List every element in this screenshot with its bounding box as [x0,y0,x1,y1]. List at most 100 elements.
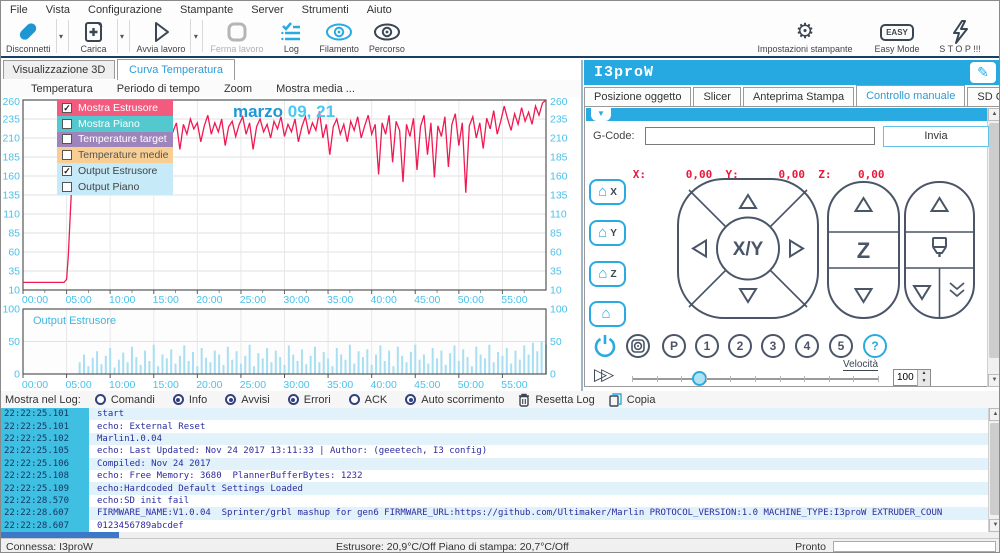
home-all-button[interactable]: ⌂ [589,301,626,327]
scrollbar-thumb[interactable] [990,423,1000,515]
disconnect-button[interactable]: Disconnetti [1,19,56,54]
z-down-button[interactable] [856,289,872,302]
scrollbar-thumb[interactable] [989,123,1000,358]
tab-sd-card[interactable]: SD Card [967,87,1000,106]
start-job-dropdown[interactable]: ▾ [190,19,200,53]
xy-left-button[interactable] [693,241,706,257]
log-toggle-button[interactable]: Log [268,19,314,54]
start-job-button[interactable]: Avvia lavoro [132,19,191,54]
preset-2-button[interactable]: 2 [728,334,752,358]
gcode-input[interactable] [645,127,875,145]
log-toggle-comandi[interactable]: Comandi [95,394,155,406]
log-toggle-avvisi[interactable]: Avvisi [225,394,270,406]
xy-down-button[interactable] [740,289,756,302]
scroll-down-button[interactable]: ▼ [988,374,1000,387]
unchecked-checkbox[interactable] [62,182,72,192]
menu-item-server[interactable]: Server [242,2,292,18]
legend-row[interactable]: ✓Mostra Estrusore [57,100,173,116]
log-toggle-ack[interactable]: ACK [349,394,388,406]
chart-menu-item[interactable]: Temperatura [31,83,93,95]
load-dropdown[interactable]: ▾ [117,19,127,53]
checked-checkbox[interactable]: ✓ [62,166,72,176]
toggle-on-icon[interactable] [225,394,236,405]
log-scrollbar[interactable]: ▲ ▼ [988,408,1000,532]
tab-controllo-manuale[interactable]: Controllo manuale [856,85,965,106]
tab-slicer[interactable]: Slicer [693,87,741,106]
toggle-off-icon[interactable] [349,394,360,405]
reset-log-button[interactable]: Resetta Log [518,393,594,407]
chart-menu-item[interactable]: Periodo di tempo [117,83,200,95]
right-panel-scrollbar[interactable]: ▲ ▼ [987,108,1000,387]
printer-header: I3proW ✎ [584,60,1000,85]
panel-splitter[interactable] [581,60,583,391]
scroll-up-button[interactable]: ▲ [988,108,1000,121]
menu-item-configurazione[interactable]: Configurazione [79,2,171,18]
tab-temperature-curve[interactable]: Curva Temperatura [117,59,235,80]
power-button[interactable] [591,332,619,360]
preset-1-button[interactable]: 1 [695,334,719,358]
tab-3d-view[interactable]: Visualizzazione 3D [3,60,115,79]
toggle-off-icon[interactable] [95,394,106,405]
home-icon: ⌂ [601,307,610,321]
home-y-button[interactable]: ⌂Y [589,220,626,246]
unchecked-checkbox[interactable] [62,150,72,160]
motors-off-button[interactable] [626,334,650,358]
z-up-button[interactable] [856,198,872,211]
menu-item-aiuto[interactable]: Aiuto [358,2,401,18]
menu-item-stampante[interactable]: Stampante [171,2,242,18]
printer-settings-button[interactable]: ⚙ Impostazioni stampante [745,19,865,54]
chart-menu-item[interactable]: Mostra media ... [276,83,355,95]
legend-row[interactable]: Output Piano [57,179,173,195]
xy-up-button[interactable] [740,195,756,208]
load-button[interactable]: Carica [71,19,117,54]
extrude-up-button[interactable] [932,198,948,211]
preset-p-button[interactable]: P [662,334,686,358]
home-x-button[interactable]: ⌂X [589,179,626,205]
preset-5-button[interactable]: 5 [829,334,853,358]
edit-printer-button[interactable]: ✎ [970,62,996,83]
toggle-on-icon[interactable] [288,394,299,405]
unchecked-checkbox[interactable] [62,119,72,129]
retract-icon[interactable] [950,283,964,296]
disconnect-dropdown[interactable]: ▾ [56,19,66,53]
tab-anteprima-stampa[interactable]: Anteprima Stampa [743,87,854,106]
menu-item-strumenti[interactable]: Strumenti [293,2,358,18]
slider-thumb[interactable] [692,371,707,386]
log-toggle-info[interactable]: Info [173,394,207,406]
speed-spinner[interactable]: 100 ▲ ▼ [893,369,931,386]
toggle-on-icon[interactable] [173,394,184,405]
travel-view-button[interactable]: Percorso [364,19,410,54]
emergency-stop-button[interactable]: S T O P !!! [929,19,991,54]
menu-item-vista[interactable]: Vista [37,2,79,18]
speed-slider[interactable] [632,375,879,383]
xy-right-button[interactable] [790,241,803,257]
copy-log-button[interactable]: Copia [609,393,656,407]
scroll-down-button[interactable]: ▼ [989,519,1000,532]
spin-up-button[interactable]: ▲ [917,370,930,378]
legend-row[interactable]: Mostra Piano [57,116,173,132]
spin-down-button[interactable]: ▼ [917,378,930,386]
extrude-down-button[interactable] [914,286,930,299]
chart-menu-item[interactable]: Zoom [224,83,252,95]
log-toggle-auto-scorrimento[interactable]: Auto scorrimento [405,394,504,406]
checked-checkbox[interactable]: ✓ [62,103,72,113]
help-button[interactable]: ? [863,334,887,358]
tab-posizione-oggetto[interactable]: Posizione oggetto [584,87,691,106]
send-gcode-button[interactable]: Invia [883,126,989,147]
slider-tick [657,376,658,382]
scroll-up-button[interactable]: ▲ [989,408,1000,421]
legend-row[interactable]: Temperature target [57,132,173,148]
unchecked-checkbox[interactable] [62,134,72,144]
easy-mode-button[interactable]: EASY Easy Mode [865,19,929,54]
legend-row[interactable]: ✓Output Estrusore [57,163,173,179]
collapse-button[interactable]: ▼ [591,108,611,121]
legend-row[interactable]: Temperature medie [57,147,173,163]
log-toggle-errori[interactable]: Errori [288,394,331,406]
preset-4-button[interactable]: 4 [795,334,819,358]
svg-text:85: 85 [8,228,20,240]
filament-view-button[interactable]: Filamento [314,19,364,54]
menu-item-file[interactable]: File [1,2,37,18]
toggle-on-icon[interactable] [405,394,416,405]
home-z-button[interactable]: ⌂Z [589,261,626,287]
preset-3-button[interactable]: 3 [761,334,785,358]
